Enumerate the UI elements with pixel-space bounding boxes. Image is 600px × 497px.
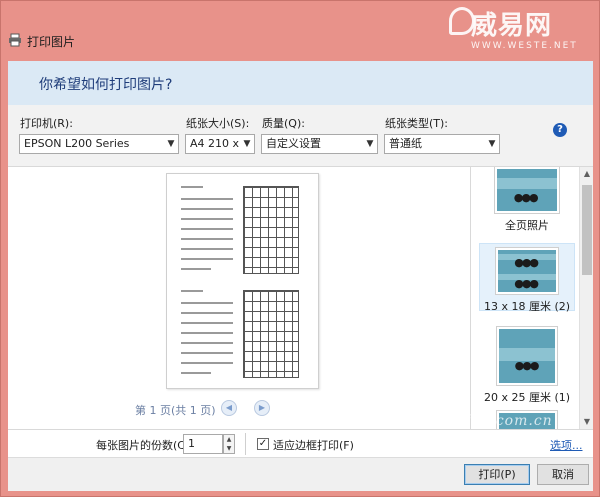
dialog-footer: 打印(P) 取消: [8, 457, 593, 491]
header-band: 你希望如何打印图片?: [8, 61, 593, 105]
layout-thumbnail: ●●● ●●●: [496, 248, 558, 294]
chevron-down-icon: ▼: [240, 135, 254, 153]
logo-brand: 威易网: [471, 11, 553, 41]
paper-type-label: 纸张类型(T):: [385, 117, 449, 130]
preview-photo-top: [177, 182, 309, 278]
quality-value: 自定义设置: [266, 137, 321, 150]
printer-select[interactable]: EPSON L200 Series ▼: [19, 134, 179, 154]
divider: [245, 433, 246, 455]
chevron-down-icon: ▼: [363, 135, 377, 153]
logo-url: WWW.WESTE.NET: [471, 41, 578, 51]
layout-thumbnail: ●●●: [497, 327, 557, 385]
copies-label: 每张图片的份数(C):: [96, 439, 193, 452]
paper-size-label: 纸张大小(S):: [186, 117, 250, 130]
next-page-button[interactable]: ▶: [254, 400, 270, 416]
preview-text-block: [177, 182, 237, 278]
paper-size-select[interactable]: A4 210 x 29 ▼: [185, 134, 255, 154]
layout-label: 全页照片: [505, 219, 549, 232]
paper-type-value: 普通纸: [389, 137, 422, 150]
scroll-up-icon[interactable]: ▲: [580, 167, 594, 181]
title-bar: 打印图片 威易网 WWW.WESTE.NET: [1, 1, 599, 61]
fit-picture-checkbox[interactable]: ✓: [257, 438, 269, 450]
layout-label: 20 x 25 厘米 (1): [483, 391, 571, 404]
preview-grid: [243, 290, 299, 378]
help-icon[interactable]: ?: [553, 123, 567, 137]
preview-photo-bottom: [177, 286, 309, 382]
chevron-down-icon: ▼: [164, 135, 178, 153]
watermark: cfan.com.cn: [456, 413, 553, 429]
preview-grid: [243, 186, 299, 274]
cancel-button[interactable]: 取消: [537, 464, 589, 485]
printer-value: EPSON L200 Series: [24, 137, 130, 150]
previous-page-button[interactable]: ◀: [221, 400, 237, 416]
layout-item-20x25[interactable]: ●●● 20 x 25 厘米 (1): [479, 327, 575, 407]
print-pictures-window: 打印图片 威易网 WWW.WESTE.NET 你希望如何打印图片? 打印机(R)…: [0, 0, 600, 497]
window-title: 打印图片: [27, 35, 76, 49]
copies-bar: 每张图片的份数(C): 1 ▲ ▼ ✓ 适应边框打印(F) 选项...: [8, 429, 593, 457]
scroll-down-icon[interactable]: ▼: [580, 415, 594, 429]
fit-picture-label: 适应边框打印(F): [273, 439, 354, 452]
copies-stepper[interactable]: ▲ ▼: [223, 434, 235, 454]
print-button[interactable]: 打印(P): [464, 464, 530, 485]
preview-page: [166, 173, 319, 389]
preview-text-block: [177, 286, 237, 382]
printer-icon: [9, 33, 21, 47]
layout-item-full-page[interactable]: ●●● 全页照片: [479, 167, 575, 237]
scroll-thumb[interactable]: [582, 185, 592, 275]
page-indicator: 第 1 页(共 1 页): [135, 404, 216, 417]
layout-item-13x18[interactable]: ●●● ●●● 13 x 18 厘米 (2): [479, 243, 575, 313]
layout-scrollbar[interactable]: ▲ ▼: [579, 167, 593, 429]
copies-input[interactable]: 1: [183, 434, 223, 454]
print-preview-area: 第 1 页(共 1 页) ◀ ▶: [8, 167, 471, 429]
options-link[interactable]: 选项...: [550, 437, 583, 453]
paper-type-select[interactable]: 普通纸 ▼: [384, 134, 500, 154]
quality-select[interactable]: 自定义设置 ▼: [261, 134, 378, 154]
chevron-down-icon: ▼: [485, 135, 499, 153]
dialog-question: 你希望如何打印图片?: [39, 77, 173, 93]
printer-label: 打印机(R):: [20, 117, 73, 130]
quality-label: 质量(Q):: [262, 117, 305, 130]
layout-label: 13 x 18 厘米 (2): [483, 300, 571, 313]
layout-list: ●●● 全页照片 ●●● ●●● 13 x 18 厘米 (2) ●●● 20 x…: [471, 167, 593, 429]
print-options-row: 打印机(R): EPSON L200 Series ▼ 纸张大小(S): A4 …: [8, 105, 593, 167]
layout-thumbnail: ●●●: [495, 167, 559, 213]
